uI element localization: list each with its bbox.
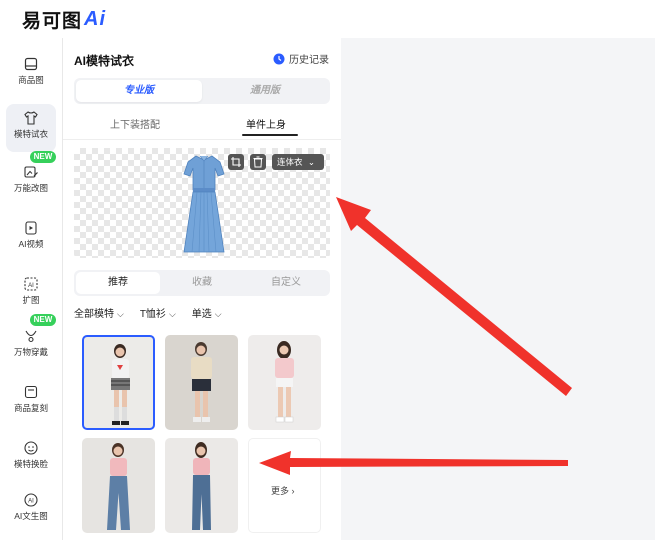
tab-top-bottom[interactable]: 上下装搭配 [110, 116, 160, 131]
filter-tshirt[interactable]: T恤衫 ⌵ [140, 305, 176, 320]
filter-label: T恤衫 [139, 309, 166, 320]
tryon-panel: AI模特试衣 历史记录 专业版 通用版 上下装搭配 单件上身 连体衣 ⌄ 推荐 … [63, 38, 341, 540]
sidebar-item-label: AI文生图 [14, 511, 48, 521]
app-logo[interactable]: 易可图 Ai [22, 6, 106, 33]
sidebar: 商品图 模特试衣 NEW 万能改图 AI视频 AI 扩图 NEW 万物穿戴 商品… [0, 38, 62, 540]
garment-preview[interactable]: 连体衣 ⌄ [74, 148, 330, 258]
top-bar: 易可图 Ai [0, 0, 655, 38]
model-thumbnail[interactable] [82, 335, 155, 430]
chevron-down-icon: ⌄ [307, 157, 316, 167]
sidebar-item-ai-video[interactable]: AI视频 [6, 214, 56, 262]
logo-text: 易可图 [22, 11, 83, 32]
svg-text:AI: AI [28, 498, 34, 504]
more-models-button[interactable]: 更多 › [248, 438, 321, 533]
ai-text-icon: AI [24, 493, 38, 507]
video-icon [25, 221, 37, 235]
sidebar-item-model-tryon[interactable]: 模特试衣 [6, 104, 56, 152]
filter-label: 全部模特 [74, 309, 114, 320]
chevron-down-icon: ⌵ [214, 309, 222, 319]
tabs-divider [63, 139, 341, 140]
sidebar-item-label: 万物穿戴 [13, 347, 48, 357]
model-image [191, 342, 212, 422]
sidebar-item-label: 模特试衣 [13, 129, 48, 139]
more-label: 更多 › [271, 486, 295, 496]
garment-tabs: 上下装搭配 单件上身 [74, 112, 330, 138]
tab-general[interactable]: 通用版 [202, 80, 328, 102]
sidebar-item-label: 模特换脸 [13, 459, 48, 469]
crop-icon [231, 157, 241, 167]
panel-title: AI模特试衣 [74, 54, 135, 68]
necklace-icon [25, 330, 37, 343]
model-source-tabs: 推荐 收藏 自定义 [74, 270, 330, 296]
history-label: 历史记录 [289, 55, 329, 66]
category-select-value: 连体衣 [277, 157, 303, 167]
sidebar-item-label: AI视频 [18, 239, 44, 249]
model-image [111, 344, 130, 425]
expand-icon: AI [24, 277, 38, 291]
model-image [275, 341, 294, 423]
edit-image-icon [24, 166, 38, 178]
tab-single-piece[interactable]: 单件上身 [246, 116, 286, 131]
filter-all-models[interactable]: 全部模特 ⌵ [74, 305, 124, 320]
sidebar-item-label: 商品图 [18, 75, 44, 85]
mode-switch: 专业版 通用版 [74, 78, 330, 104]
active-tab-indicator [242, 134, 298, 136]
sidebar-item-label: 扩图 [22, 295, 40, 305]
logo-ai: Ai [84, 8, 107, 30]
model-image [107, 443, 130, 530]
history-link[interactable]: 历史记录 [273, 51, 329, 66]
sidebar-item-ai-text-to-image[interactable]: AI AI文生图 [6, 486, 56, 534]
shirt-icon [24, 111, 38, 125]
tab-recommended[interactable]: 推荐 [76, 272, 160, 294]
copy-icon [24, 385, 38, 399]
crop-button[interactable] [228, 154, 244, 170]
model-thumbnail[interactable] [82, 438, 155, 533]
trash-icon [253, 156, 263, 168]
model-image [192, 442, 211, 530]
sidebar-item-wearables[interactable]: 万物穿戴 [6, 322, 56, 370]
image-icon [24, 57, 38, 71]
sidebar-item-expand[interactable]: AI 扩图 [6, 270, 56, 318]
tab-favorites[interactable]: 收藏 [160, 272, 244, 294]
model-thumbnail[interactable] [248, 335, 321, 430]
chevron-down-icon: ⌵ [168, 309, 176, 319]
model-thumbnail[interactable] [165, 335, 238, 430]
chevron-down-icon: ⌵ [117, 309, 124, 319]
category-select[interactable]: 连体衣 ⌄ [272, 154, 324, 170]
filter-single-select[interactable]: 单选 ⌵ [192, 305, 222, 320]
sidebar-item-product-image[interactable]: 商品图 [6, 50, 56, 98]
dress-image [183, 155, 225, 253]
filter-row: 全部模特 ⌵ T恤衫 ⌵ 单选 ⌵ [74, 305, 222, 320]
face-icon [24, 441, 38, 455]
model-thumbnail[interactable] [165, 438, 238, 533]
filter-label: 单选 [191, 309, 212, 320]
svg-text:AI: AI [28, 283, 34, 289]
sidebar-item-product-copy[interactable]: 商品复刻 [6, 378, 56, 426]
tab-custom[interactable]: 自定义 [244, 272, 328, 294]
delete-button[interactable] [250, 154, 266, 170]
sidebar-item-face-swap[interactable]: 模特换脸 [6, 434, 56, 482]
history-icon [273, 53, 285, 64]
canvas-area [341, 38, 655, 540]
tab-pro[interactable]: 专业版 [76, 80, 202, 102]
sidebar-item-label: 万能改图 [13, 183, 48, 193]
sidebar-item-label: 商品复刻 [13, 403, 48, 413]
sidebar-item-universal-edit[interactable]: 万能改图 [6, 158, 56, 206]
